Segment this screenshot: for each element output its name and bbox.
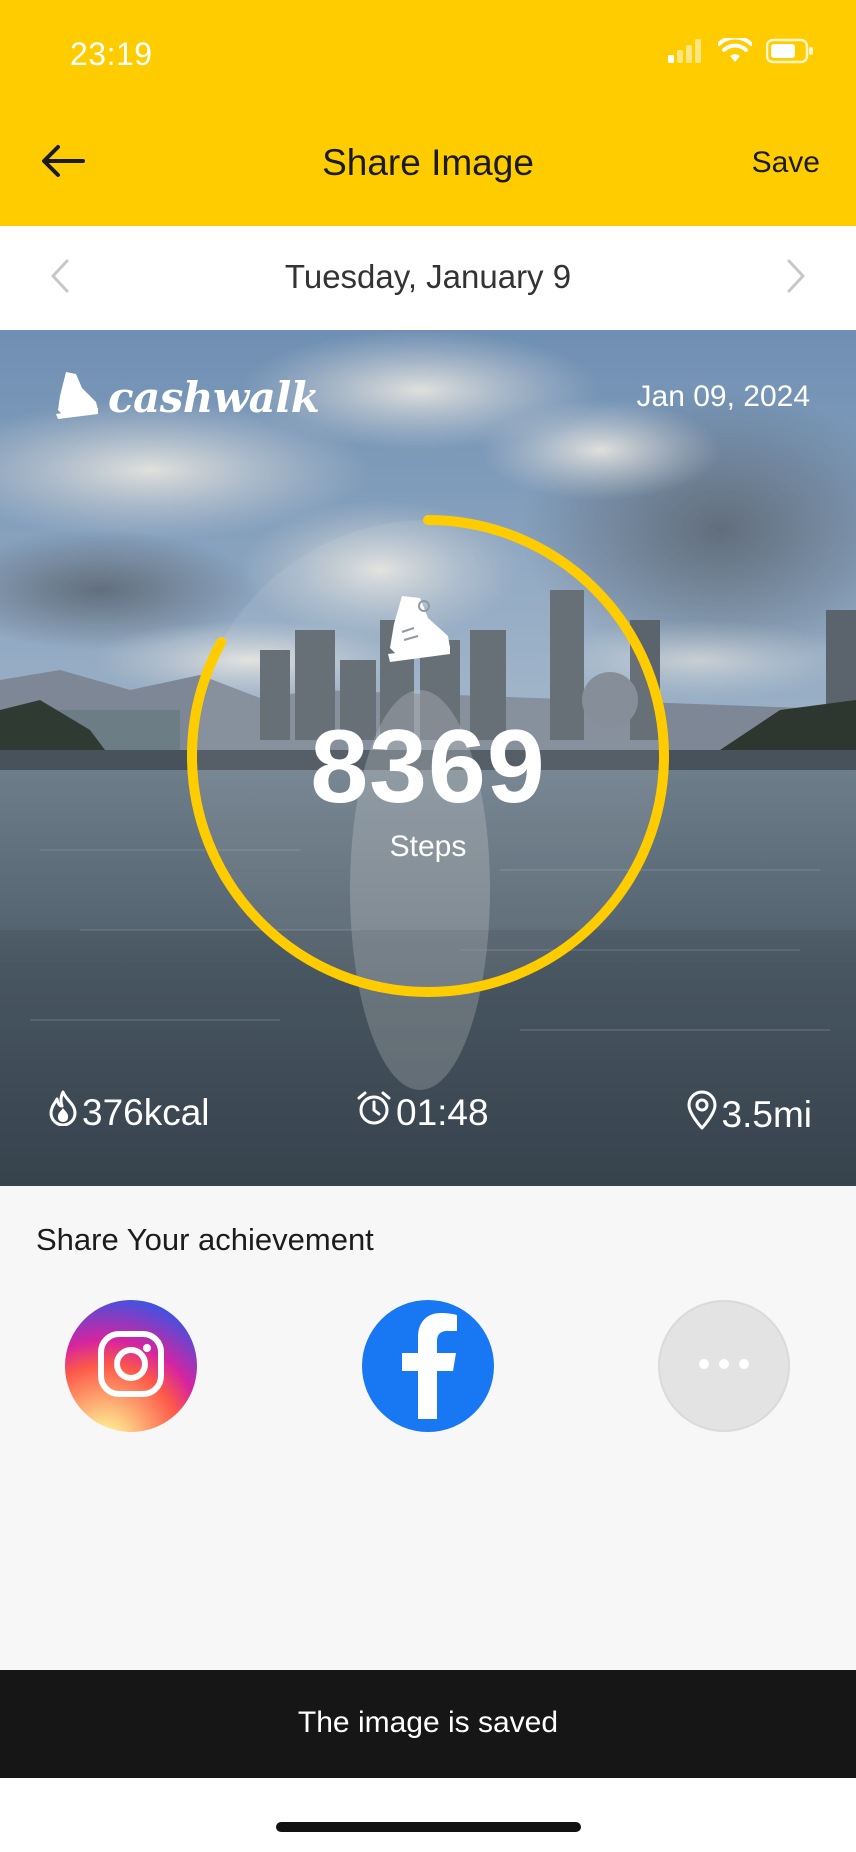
calories-value: 376kcal: [82, 1091, 210, 1133]
page-title: Share Image: [322, 142, 534, 183]
shoe-icon: [384, 592, 456, 669]
share-facebook-button[interactable]: [362, 1300, 494, 1432]
brand-name: cashwalk: [108, 373, 320, 422]
home-indicator[interactable]: [276, 1822, 581, 1832]
nav-bar: Share Image Save: [0, 130, 856, 202]
facebook-icon: [393, 1309, 463, 1424]
wifi-icon: [717, 35, 753, 69]
bottom-safe-area: [0, 1778, 856, 1852]
date-selector: Tuesday, January 9: [0, 226, 856, 330]
chevron-right-icon: [785, 258, 807, 299]
card-date: Jan 09, 2024: [636, 380, 810, 413]
sneaker-icon: [54, 370, 100, 425]
brand-logo: cashwalk: [54, 370, 320, 425]
battery-icon: [765, 38, 814, 69]
toast-message: The image is saved: [0, 1670, 856, 1778]
more-icon: [696, 1357, 752, 1375]
share-more-button[interactable]: [658, 1300, 790, 1432]
toast-text: The image is saved: [297, 1706, 559, 1739]
share-card: cashwalk Jan 09, 2024 8369 Steps 376kcal: [0, 330, 856, 1186]
map-pin-icon: [686, 1090, 718, 1139]
status-time: 23:19: [70, 36, 153, 72]
duration-value: 01:48: [396, 1091, 489, 1133]
share-section-title: Share Your achievement: [36, 1222, 374, 1257]
steps-count: 8369: [310, 709, 546, 825]
duration-stat: 01:48: [356, 1090, 489, 1135]
flame-icon: [48, 1090, 78, 1135]
steps-label: Steps: [389, 830, 467, 863]
status-icons: [668, 35, 814, 69]
distance-value: 3.5mi: [721, 1093, 812, 1135]
distance-stat: 3.5mi: [686, 1090, 812, 1139]
instagram-icon: [95, 1328, 167, 1405]
next-day-button[interactable]: [776, 256, 816, 300]
share-instagram-button[interactable]: [65, 1300, 197, 1432]
signal-icon: [668, 39, 704, 68]
selected-date: Tuesday, January 9: [284, 258, 572, 295]
alarm-clock-icon: [356, 1090, 392, 1135]
calories-stat: 376kcal: [48, 1090, 210, 1135]
save-button[interactable]: Save: [752, 146, 820, 180]
activity-stats: 376kcal 01:48 3.5mi: [0, 1090, 856, 1150]
app-header: 23:19 Share Image Save: [0, 0, 856, 226]
